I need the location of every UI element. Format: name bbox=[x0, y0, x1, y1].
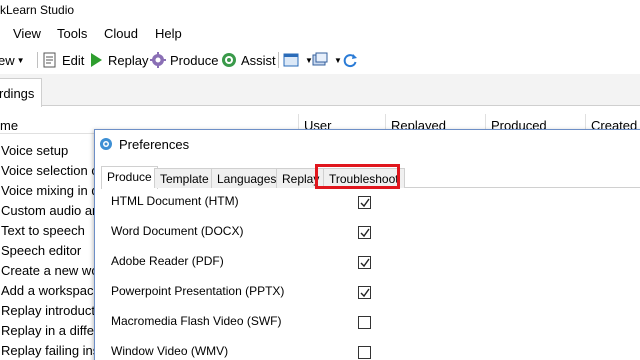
list-item[interactable]: Replay introducti bbox=[1, 303, 98, 318]
troubleshoot-highlight-box bbox=[315, 164, 400, 189]
checkmark-icon bbox=[360, 228, 370, 238]
toolbar-separator bbox=[278, 52, 279, 68]
list-item[interactable]: Replay failing inst bbox=[1, 343, 103, 358]
new-label: ew bbox=[0, 52, 15, 68]
edit-icon bbox=[43, 52, 56, 68]
tab-recordings[interactable]: rdings bbox=[0, 78, 42, 107]
replay-button[interactable]: Replay bbox=[88, 50, 148, 70]
menu-tools[interactable]: Tools bbox=[57, 26, 87, 41]
list-item[interactable]: Voice setup bbox=[1, 143, 68, 158]
chevron-down-icon[interactable]: ▼ bbox=[17, 56, 25, 65]
replay-label: Replay bbox=[108, 52, 149, 68]
refresh-icon bbox=[343, 54, 357, 68]
checkmark-icon bbox=[360, 288, 370, 298]
edit-button[interactable]: Edit bbox=[42, 50, 84, 70]
menu-view[interactable]: View bbox=[13, 26, 41, 41]
new-button[interactable]: ew ▼ bbox=[0, 50, 25, 70]
preferences-icon bbox=[100, 138, 112, 150]
app-title: ckLearn Studio bbox=[0, 3, 75, 17]
produce-button[interactable]: Produce bbox=[150, 50, 218, 70]
menu-help[interactable]: Help bbox=[155, 26, 182, 41]
app-title-bar: ckLearn Studio bbox=[0, 0, 640, 22]
assist-label: Assist bbox=[241, 52, 276, 68]
checkbox-pdf[interactable] bbox=[358, 256, 371, 269]
checkbox-docx[interactable] bbox=[358, 226, 371, 239]
tab-produce[interactable]: Produce bbox=[101, 166, 158, 189]
option-label-pptx: Powerpoint Presentation (PPTX) bbox=[111, 284, 285, 298]
list-item[interactable]: Voice selection or bbox=[1, 163, 103, 178]
checkbox-htm[interactable] bbox=[358, 196, 371, 209]
option-label-htm: HTML Document (HTM) bbox=[111, 194, 239, 208]
list-item[interactable]: Replay in a differe bbox=[1, 323, 106, 338]
assist-button[interactable]: Assist bbox=[221, 50, 276, 70]
list-item[interactable]: Add a workspace bbox=[1, 283, 101, 298]
checkbox-pptx[interactable] bbox=[358, 286, 371, 299]
list-item[interactable]: Create a new wor bbox=[1, 263, 103, 278]
list-item[interactable]: Voice mixing in di bbox=[1, 183, 101, 198]
chevron-down-icon[interactable]: ▼ bbox=[334, 56, 342, 65]
column-name[interactable]: me bbox=[0, 118, 18, 133]
export-icon bbox=[312, 52, 328, 66]
view-options-button[interactable]: ▼ bbox=[283, 50, 313, 70]
refresh-button[interactable] bbox=[342, 50, 362, 70]
tab-template[interactable]: Template bbox=[154, 168, 215, 188]
tab-languages[interactable]: Languages bbox=[211, 168, 283, 188]
toolbar-separator bbox=[37, 52, 38, 68]
produce-label: Produce bbox=[170, 52, 219, 68]
menu-bar: View Tools Cloud Help bbox=[0, 22, 640, 46]
edit-label: Edit bbox=[62, 52, 85, 68]
assist-icon bbox=[222, 53, 236, 67]
main-tab-strip: rdings bbox=[0, 74, 640, 107]
menu-cloud[interactable]: Cloud bbox=[104, 26, 138, 41]
checkbox-swf[interactable] bbox=[358, 316, 371, 329]
list-item[interactable]: Text to speech bbox=[1, 223, 85, 238]
toolbar: ew ▼ Edit Replay Produce Assist ▼ ▼ bbox=[0, 46, 640, 74]
list-item[interactable]: Custom audio an bbox=[1, 203, 99, 218]
checkbox-wmv[interactable] bbox=[358, 346, 371, 359]
window-icon bbox=[283, 53, 299, 67]
checkmark-icon bbox=[360, 198, 370, 208]
gear-icon bbox=[150, 52, 166, 68]
dialog-title: Preferences bbox=[119, 137, 190, 152]
option-label-wmv: Window Video (WMV) bbox=[111, 344, 229, 358]
dialog-title-bar[interactable]: Preferences bbox=[95, 130, 640, 158]
checkmark-icon bbox=[360, 258, 370, 268]
option-label-docx: Word Document (DOCX) bbox=[111, 224, 244, 238]
play-icon bbox=[91, 53, 102, 67]
option-label-pdf: Adobe Reader (PDF) bbox=[111, 254, 224, 268]
preferences-dialog: Preferences Produce Template Languages R… bbox=[94, 129, 640, 360]
list-item[interactable]: Speech editor bbox=[1, 243, 81, 258]
option-label-swf: Macromedia Flash Video (SWF) bbox=[111, 314, 282, 328]
export-button[interactable]: ▼ bbox=[312, 50, 342, 70]
